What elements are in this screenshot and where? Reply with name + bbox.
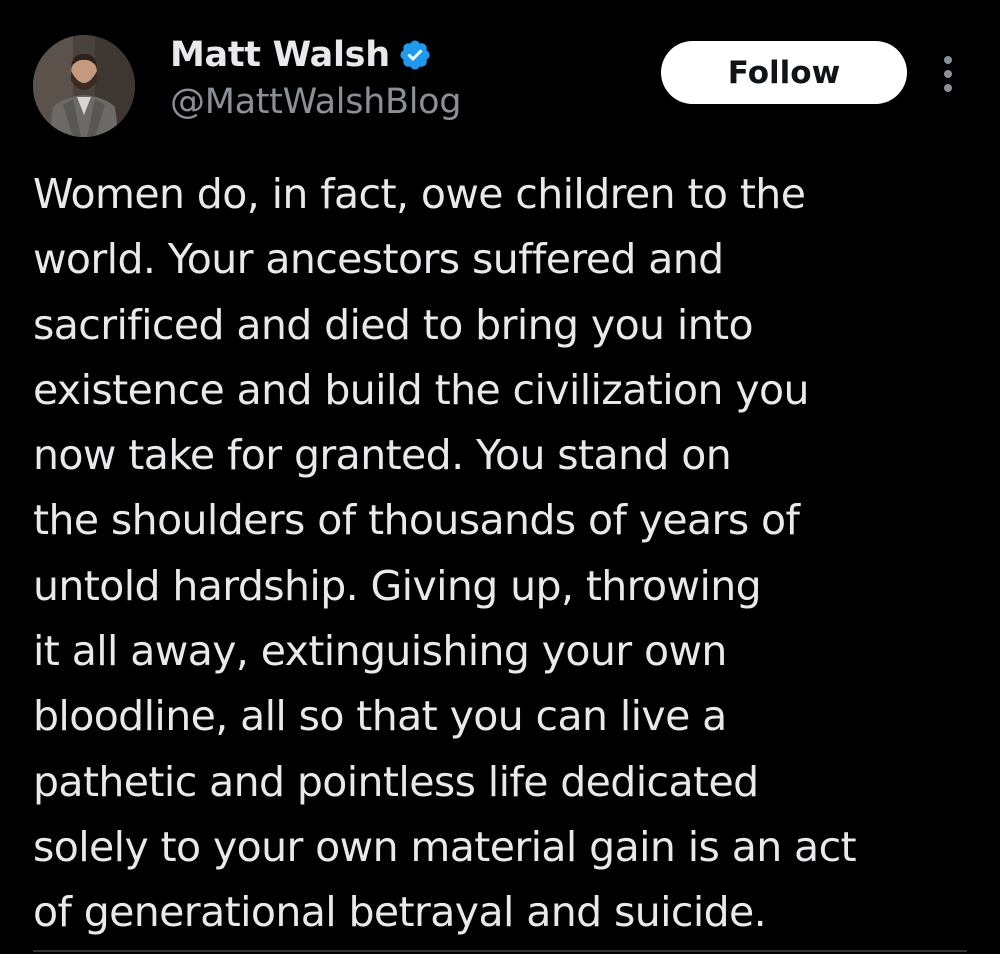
tweet-card: Matt Walsh @MattWalshBlog Follow Women d… (0, 0, 1000, 954)
tweet-text-line: it all away, extinguishing your own (33, 627, 727, 676)
tweet-body: Women do, in fact, owe children to the w… (33, 162, 983, 946)
tweet-text-line: existence and build the civilization you (33, 365, 809, 414)
tweet-text-line: now take for granted. You stand on (33, 431, 732, 480)
tweet-text-line: of generational betrayal and suicide. (33, 888, 767, 937)
profile-photo-icon (33, 35, 135, 137)
tweet-text-line: untold hardship. Giving up, throwing (33, 561, 762, 610)
tweet-text-line: bloodline, all so that you can live a (33, 692, 727, 741)
tweet-text-line: solely to your own material gain is an a… (33, 822, 857, 871)
tweet-text-line: the shoulders of thousands of years of (33, 496, 800, 545)
author-display-name[interactable]: Matt Walsh (170, 35, 390, 75)
tweet-text-line: world. Your ancestors suffered and (33, 235, 724, 284)
avatar[interactable] (33, 35, 135, 137)
verified-badge-icon[interactable] (398, 38, 432, 72)
divider (33, 950, 967, 952)
tweet-text-line: Women do, in fact, owe children to the (33, 170, 806, 218)
tweet-text-line: pathetic and pointless life dedicated (33, 757, 759, 806)
author-handle[interactable]: @MattWalshBlog (170, 82, 462, 122)
follow-button[interactable]: Follow (661, 41, 907, 104)
tweet-text-line: sacrificed and died to bring you into (33, 300, 754, 349)
author-name-row: Matt Walsh (170, 30, 432, 80)
more-options-icon[interactable] (932, 52, 964, 96)
